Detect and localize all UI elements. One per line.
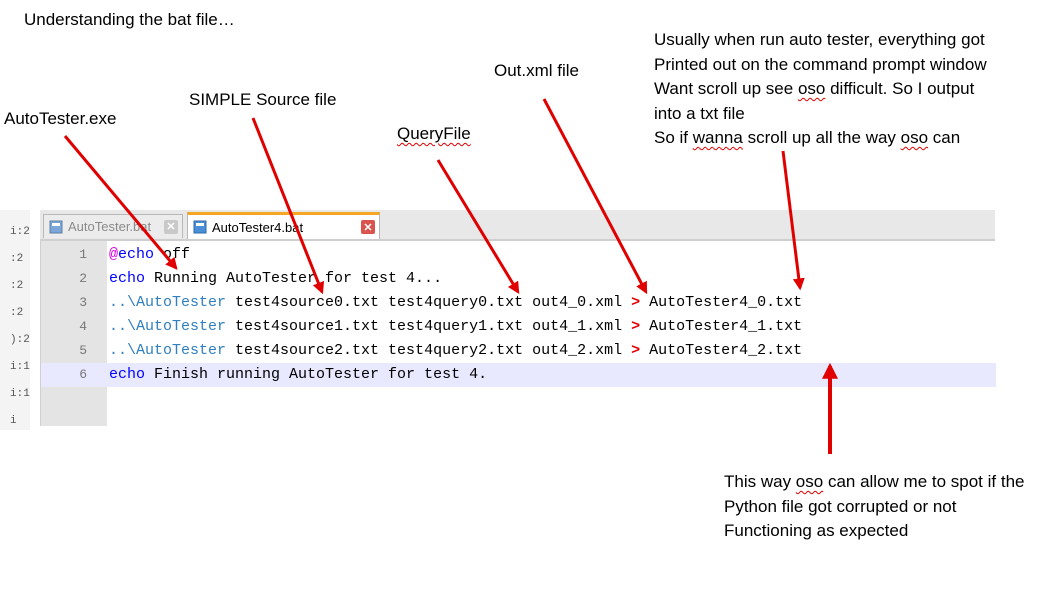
tab-autotester-bat[interactable]: AutoTester.bat ✕: [43, 214, 183, 238]
txt-note-line-3: Want scroll up see oso difficult. So I o…: [654, 79, 975, 98]
bottom-note-line-2: Python file got corrupted or not: [724, 496, 957, 516]
strip-label: :2: [10, 307, 24, 319]
query-file-label: QueryFile: [397, 124, 471, 143]
file-icon: [49, 220, 63, 233]
line-number: 1: [79, 247, 87, 262]
bottom-note: This way oso can allow me to spot if the…: [724, 470, 1025, 544]
tab-label: AutoTester.bat: [68, 219, 152, 234]
txt-note-line-2: Printed out on the command prompt window: [654, 54, 987, 74]
strip-label: :2: [10, 280, 24, 292]
line-number: 2: [79, 271, 87, 286]
bottom-note-line-3: Functioning as expected: [724, 521, 909, 540]
code-line-current[interactable]: 6 echo Finish running AutoTester for tes…: [41, 363, 996, 387]
line-number: 3: [79, 295, 87, 310]
strip-label: i:2: [10, 226, 30, 238]
txt-output-note: Usually when run auto tester, everything…: [654, 28, 987, 151]
line-number: 5: [79, 343, 87, 358]
strip-label: i:1: [10, 388, 30, 400]
code-line[interactable]: 4 ..\AutoTester test4source1.txt test4qu…: [41, 315, 996, 339]
tab-autotester4-bat[interactable]: AutoTester4.bat ✕: [187, 212, 380, 239]
strip-label: i: [10, 415, 17, 427]
simple-source-annotation: SIMPLE Source file: [189, 90, 337, 109]
autotester-exe-annotation: AutoTester.exe: [4, 109, 117, 128]
line-number: 6: [79, 367, 87, 382]
close-icon[interactable]: ✕: [361, 220, 375, 234]
query-file-annotation: QueryFile: [397, 122, 471, 147]
close-icon[interactable]: ✕: [164, 219, 178, 234]
file-icon: [193, 220, 207, 234]
code-line[interactable]: 1 @echo off: [41, 243, 996, 267]
code-line[interactable]: 2 echo Running AutoTester for test 4...: [41, 267, 996, 291]
line-number: 4: [79, 319, 87, 334]
txt-note-line-4: into a txt file: [654, 103, 745, 123]
out-xml-annotation: Out.xml file: [494, 61, 580, 80]
bottom-note-line-1: This way oso can allow me to spot if the: [724, 472, 1025, 491]
code-line[interactable]: 3 ..\AutoTester test4source0.txt test4qu…: [41, 291, 996, 315]
strip-label: :2: [10, 253, 24, 265]
editor-tab-bar: AutoTester.bat ✕ AutoTester4.bat ✕: [40, 210, 995, 241]
tab-label: AutoTester4.bat: [212, 219, 304, 235]
title-annotation: Understanding the bat file…: [24, 10, 235, 29]
strip-label: ):2: [10, 334, 30, 346]
txt-note-line-5: So if wanna scroll up all the way oso ca…: [654, 128, 961, 147]
txt-note-line-1: Usually when run auto tester, everything…: [654, 30, 985, 49]
background-window-strip: i:2 :2 :2 :2 ):2 i:1 i:1 i: [0, 210, 30, 430]
code-line[interactable]: 5 ..\AutoTester test4source2.txt test4qu…: [41, 339, 996, 363]
code-editor[interactable]: 1 @echo off 2 echo Running AutoTester fo…: [40, 241, 996, 426]
strip-label: i:1: [10, 361, 30, 373]
